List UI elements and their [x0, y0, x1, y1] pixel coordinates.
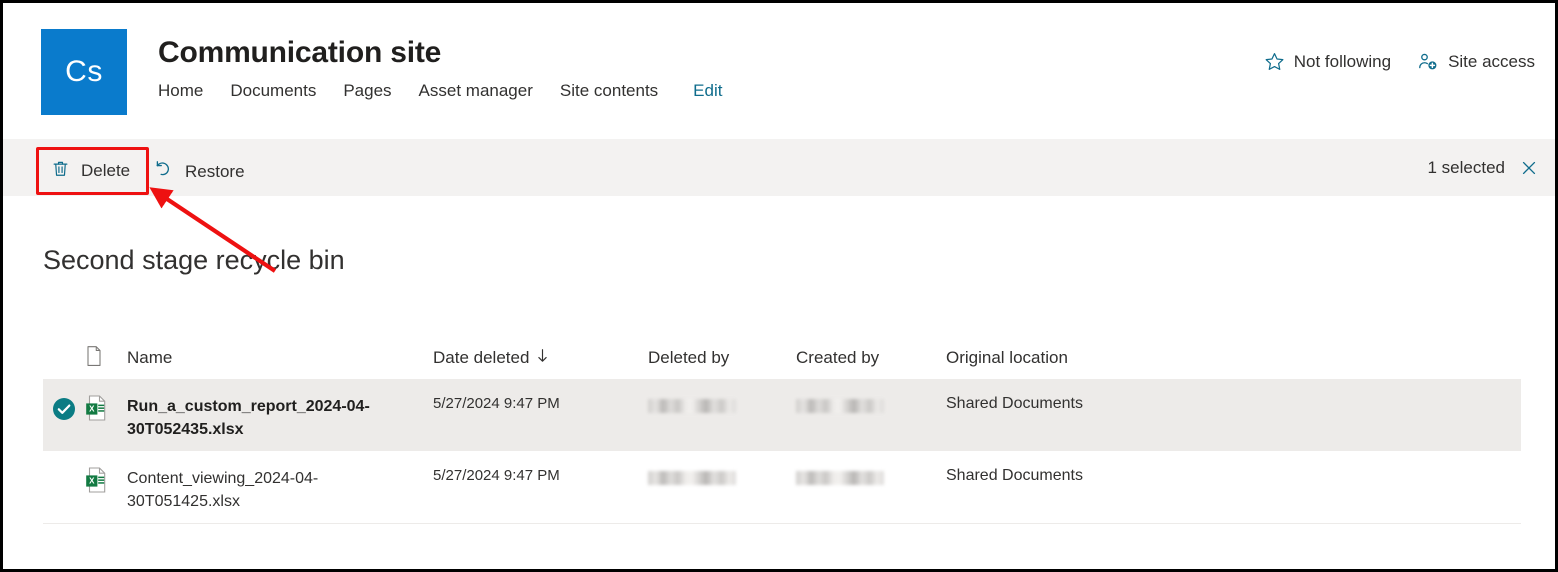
nav-item-asset-manager[interactable]: Asset manager	[419, 81, 560, 101]
column-header-deleted-by[interactable]: Deleted by	[648, 348, 796, 368]
row-created-by	[796, 467, 946, 485]
recycle-bin-table: Name Date deleted Deleted by Created by …	[43, 337, 1521, 524]
delete-button[interactable]: Delete	[41, 151, 140, 191]
column-header-original-location[interactable]: Original location	[946, 348, 1246, 368]
row-date-deleted: 5/27/2024 9:47 PM	[433, 467, 648, 485]
column-header-date-deleted-label: Date deleted	[433, 348, 530, 367]
excel-icon: X	[85, 395, 107, 426]
sharepoint-recycle-bin-page: Cs Communication site Home Documents Pag…	[0, 0, 1558, 572]
delete-button-label: Delete	[81, 161, 131, 180]
table-header-row: Name Date deleted Deleted by Created by …	[43, 337, 1521, 379]
star-outline-icon	[1264, 51, 1285, 72]
column-header-select	[43, 357, 85, 359]
column-header-file-type[interactable]	[85, 345, 127, 372]
nav-item-pages[interactable]: Pages	[343, 81, 418, 101]
nav-item-site-contents[interactable]: Site contents	[560, 81, 685, 101]
row-file-name-label: Run_a_custom_report_2024-04-30T052435.xl…	[127, 398, 370, 439]
excel-icon: X	[85, 467, 107, 498]
table-bottom-divider	[43, 523, 1521, 524]
header-actions: Not following Site access	[1264, 51, 1535, 72]
not-following-button[interactable]: Not following	[1264, 51, 1391, 72]
row-deleted-by	[648, 395, 796, 413]
redacted-created-by	[796, 471, 884, 485]
check-circle-icon	[52, 397, 76, 426]
column-header-name-label: Name	[127, 348, 173, 367]
file-type-icon	[85, 345, 103, 372]
redacted-created-by	[796, 399, 884, 413]
site-access-label: Site access	[1448, 51, 1535, 71]
row-original-location-label: Shared Documents	[946, 395, 1083, 412]
row-file-name[interactable]: Content_viewing_2024-04-30T051425.xlsx	[127, 467, 433, 513]
people-add-icon	[1417, 51, 1439, 72]
svg-text:X: X	[89, 477, 95, 486]
row-deleted-by	[648, 467, 796, 485]
row-date-deleted: 5/27/2024 9:47 PM	[433, 395, 648, 413]
nav-item-edit[interactable]: Edit	[693, 81, 722, 101]
table-row[interactable]: X Run_a_custom_report_2024-04-30T052435.…	[43, 379, 1521, 451]
svg-text:X: X	[89, 405, 95, 414]
column-header-deleted-by-label: Deleted by	[648, 348, 730, 367]
undo-arrow-icon	[153, 159, 174, 185]
site-logo: Cs	[41, 29, 127, 115]
row-file-icon: X	[85, 467, 127, 498]
row-date-deleted-label: 5/27/2024 9:47 PM	[433, 467, 560, 484]
row-file-name-label: Content_viewing_2024-04-30T051425.xlsx	[127, 470, 319, 511]
table-row[interactable]: X Content_viewing_2024-04-30T051425.xlsx…	[43, 451, 1521, 523]
row-original-location: Shared Documents	[946, 467, 1246, 485]
command-bar: Delete Restore 1 selected	[3, 139, 1555, 196]
nav-item-documents[interactable]: Documents	[230, 81, 343, 101]
column-header-name[interactable]: Name	[127, 348, 433, 368]
restore-button-wrapper: Restore	[143, 152, 255, 192]
redacted-deleted-by	[648, 399, 736, 413]
site-navigation: Home Documents Pages Asset manager Site …	[158, 81, 722, 101]
trash-icon	[51, 158, 70, 184]
row-file-icon: X	[85, 395, 127, 426]
nav-item-home[interactable]: Home	[158, 81, 230, 101]
row-date-deleted-label: 5/27/2024 9:47 PM	[433, 395, 560, 412]
selection-status: 1 selected	[1428, 158, 1540, 178]
column-header-created-by-label: Created by	[796, 348, 880, 367]
column-header-original-location-label: Original location	[946, 348, 1068, 367]
redacted-deleted-by	[648, 471, 736, 485]
restore-button[interactable]: Restore	[143, 152, 255, 192]
row-selection-checkbox[interactable]	[43, 467, 85, 469]
row-original-location-label: Shared Documents	[946, 467, 1083, 484]
column-header-date-deleted[interactable]: Date deleted	[433, 348, 648, 368]
selection-count-label: 1 selected	[1427, 157, 1506, 177]
row-file-name[interactable]: Run_a_custom_report_2024-04-30T052435.xl…	[127, 395, 433, 441]
column-header-created-by[interactable]: Created by	[796, 348, 946, 368]
row-original-location: Shared Documents	[946, 395, 1246, 413]
close-icon[interactable]	[1519, 158, 1539, 178]
restore-button-label: Restore	[185, 162, 245, 181]
row-selection-checkbox[interactable]	[43, 395, 85, 426]
row-created-by	[796, 395, 946, 413]
page-title-site-name: Communication site	[158, 36, 442, 69]
page-heading: Second stage recycle bin	[43, 245, 345, 275]
site-header: Cs Communication site Home Documents Pag…	[3, 3, 1555, 136]
arrow-down-icon	[536, 348, 549, 368]
site-access-button[interactable]: Site access	[1417, 51, 1535, 72]
not-following-label: Not following	[1293, 51, 1392, 71]
delete-button-highlight: Delete	[36, 147, 150, 195]
